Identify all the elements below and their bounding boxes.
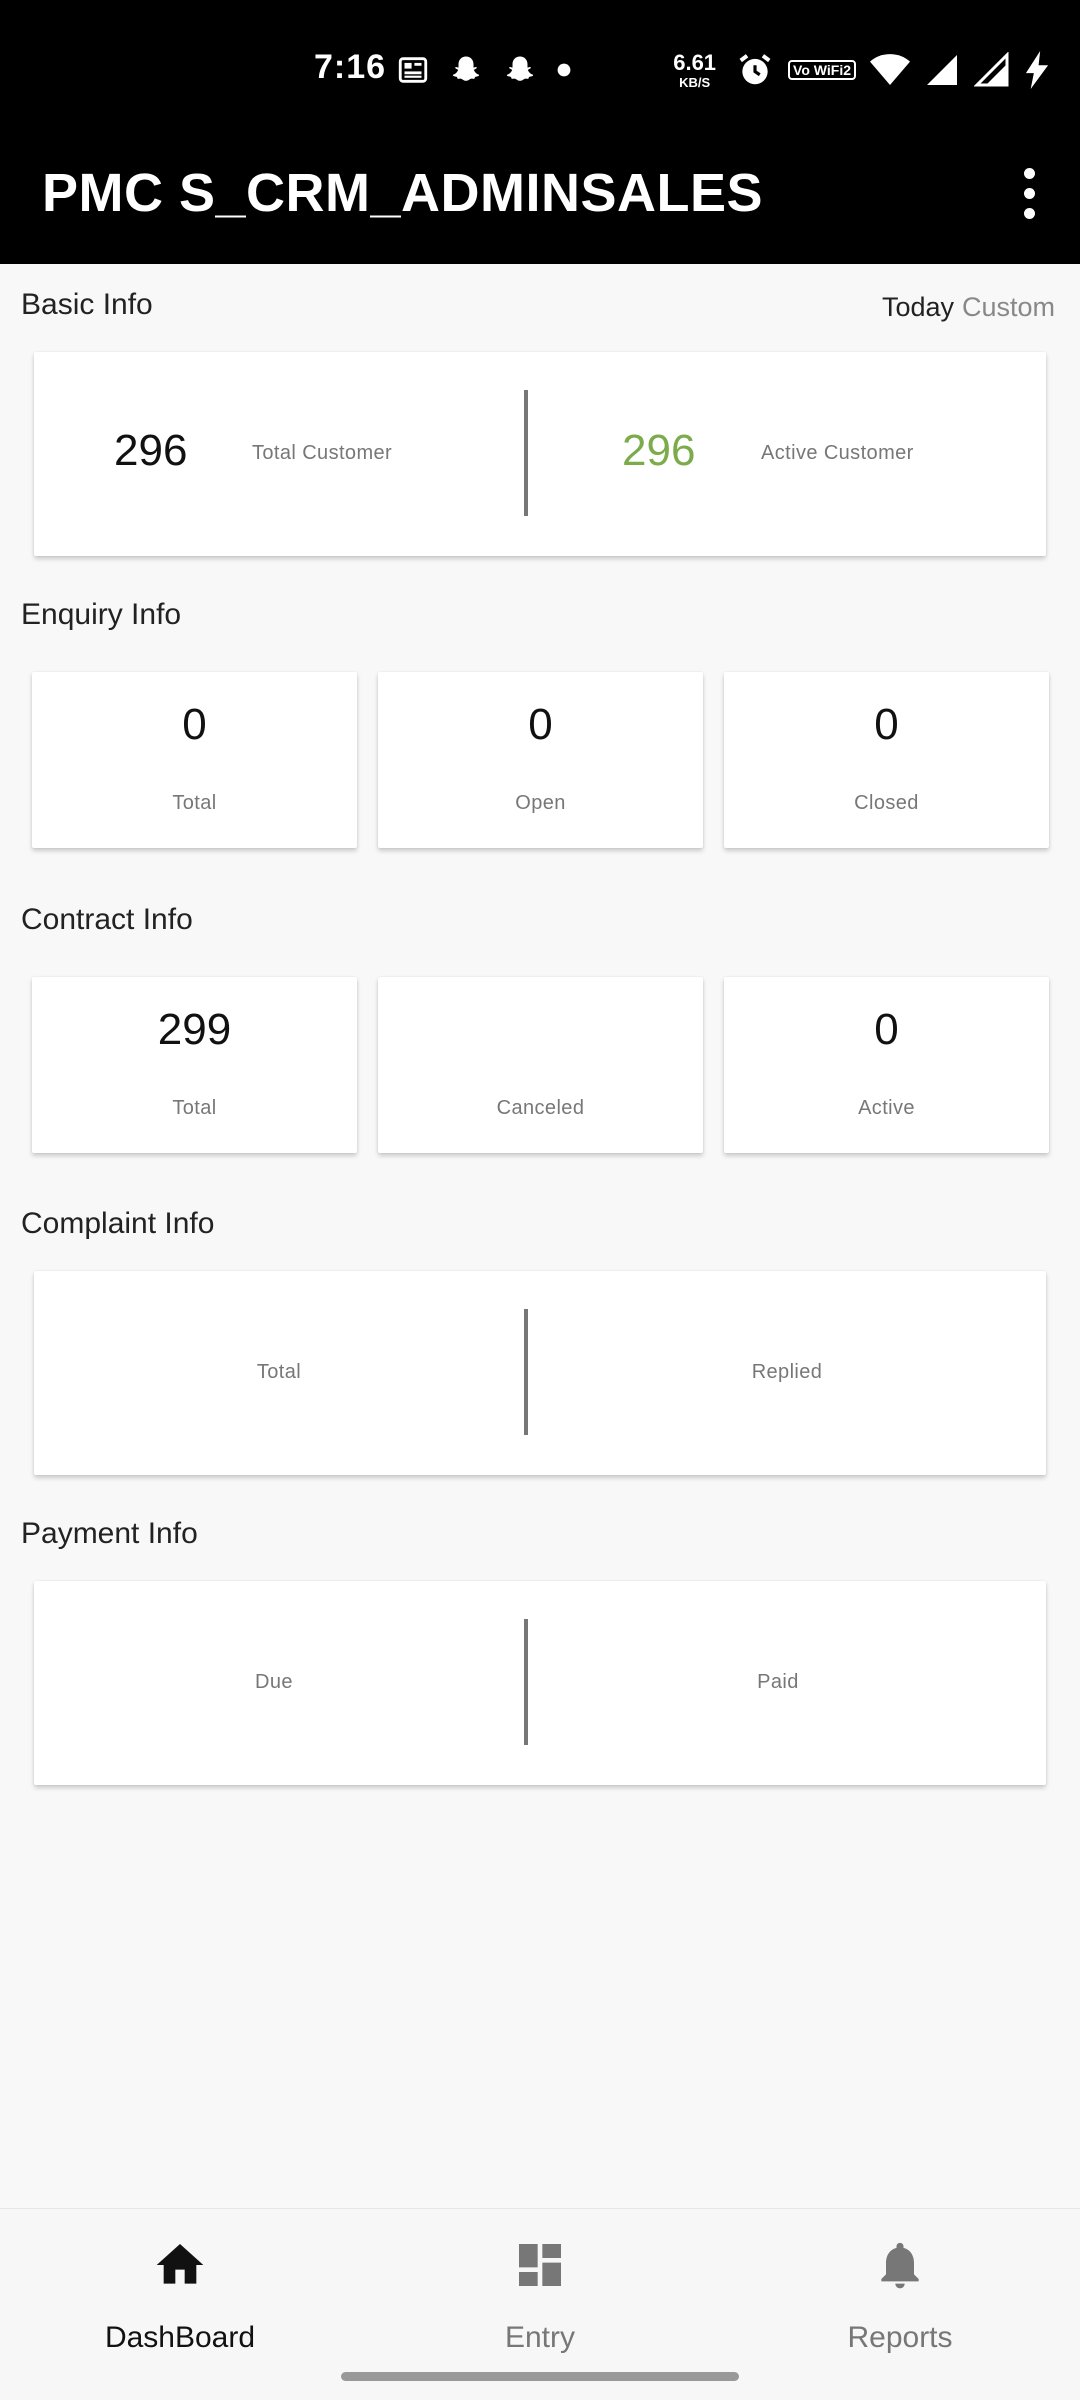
active-customer-label: Active Customer xyxy=(761,442,914,464)
enquiry-info-title: Enquiry Info xyxy=(21,598,182,631)
total-customer-value: 296 xyxy=(114,426,188,475)
wifi-icon xyxy=(870,54,910,85)
app-bar: PMC S_CRM_ADMINSALES xyxy=(0,130,1080,264)
home-icon xyxy=(156,2244,204,2284)
active-customer-value: 296 xyxy=(622,426,696,475)
nav-reports-label: Reports xyxy=(847,2321,953,2354)
snapchat-icon xyxy=(452,56,480,81)
status-notification-icons xyxy=(396,50,572,90)
overflow-menu-icon[interactable] xyxy=(1004,158,1054,228)
status-bar: 7:16 6.61 KB/S Vo WiFi2 xyxy=(0,0,1080,130)
enquiry-open-label: Open xyxy=(515,792,566,814)
wifi-calling-icon: Vo WiFi2 xyxy=(788,60,856,80)
nav-dashboard[interactable]: DashBoard xyxy=(0,2209,360,2400)
enquiry-total-value: 0 xyxy=(182,700,207,749)
basic-info-title: Basic Info xyxy=(21,288,153,321)
enquiry-closed-label: Closed xyxy=(854,792,919,814)
app-title: PMC S_CRM_ADMINSALES xyxy=(42,163,764,223)
enquiry-open-value: 0 xyxy=(528,700,553,749)
complaint-info-card: Total Replied xyxy=(34,1271,1046,1475)
contract-active-tile[interactable]: 0 Active xyxy=(724,977,1049,1153)
contract-total-tile[interactable]: 299 Total xyxy=(32,977,357,1153)
payment-paid-label: Paid xyxy=(757,1671,799,1693)
news-icon xyxy=(398,57,428,83)
enquiry-total-tile[interactable]: 0 Total xyxy=(32,672,357,848)
status-time: 7:16 xyxy=(314,48,387,86)
enquiry-open-tile[interactable]: 0 Open xyxy=(378,672,703,848)
contract-total-label: Total xyxy=(172,1097,217,1119)
bell-icon xyxy=(881,2242,919,2289)
contract-canceled-tile[interactable]: Canceled xyxy=(378,977,703,1153)
complaint-total-label: Total xyxy=(256,1361,302,1383)
charging-icon xyxy=(1025,51,1049,89)
contract-total-value: 299 xyxy=(157,1005,232,1054)
basic-info-card: 296 Total Customer 296 Active Customer xyxy=(34,352,1046,556)
payment-due-label: Due xyxy=(255,1671,293,1693)
signal-icon xyxy=(927,55,957,85)
contract-active-label: Active xyxy=(858,1097,915,1119)
status-system-icons: 6.61 KB/S Vo WiFi2 xyxy=(673,50,1050,90)
enquiry-closed-tile[interactable]: 0 Closed xyxy=(724,672,1049,848)
nav-dashboard-label: DashBoard xyxy=(104,2321,256,2354)
contract-canceled-label: Canceled xyxy=(496,1097,585,1119)
complaint-replied-label: Replied xyxy=(751,1361,823,1383)
net-speed-unit: KB/S xyxy=(679,74,711,90)
home-indicator[interactable] xyxy=(341,2372,739,2381)
payment-info-card: Due Paid xyxy=(34,1581,1046,1785)
payment-info-title: Payment Info xyxy=(21,1517,198,1550)
nav-entry-label: Entry xyxy=(504,2321,576,2354)
signal-icon xyxy=(974,52,1009,87)
snapchat-icon xyxy=(506,56,534,81)
enquiry-total-label: Total xyxy=(172,792,217,814)
filter-custom[interactable]: Custom xyxy=(962,292,1055,323)
dot-icon xyxy=(557,63,571,77)
contract-info-title: Contract Info xyxy=(21,903,193,936)
complaint-info-title: Complaint Info xyxy=(21,1207,215,1240)
nav-reports[interactable]: Reports xyxy=(720,2209,1080,2400)
enquiry-closed-value: 0 xyxy=(874,700,899,749)
net-speed: 6.61 KB/S xyxy=(673,49,717,90)
net-speed-value: 6.61 xyxy=(673,49,717,75)
dashboard-grid-icon xyxy=(519,2244,561,2286)
card-divider xyxy=(524,390,528,516)
total-customer-label: Total Customer xyxy=(252,442,393,464)
contract-active-value: 0 xyxy=(874,1005,899,1054)
alarm-icon xyxy=(739,54,771,85)
filter-today[interactable]: Today xyxy=(882,292,954,323)
